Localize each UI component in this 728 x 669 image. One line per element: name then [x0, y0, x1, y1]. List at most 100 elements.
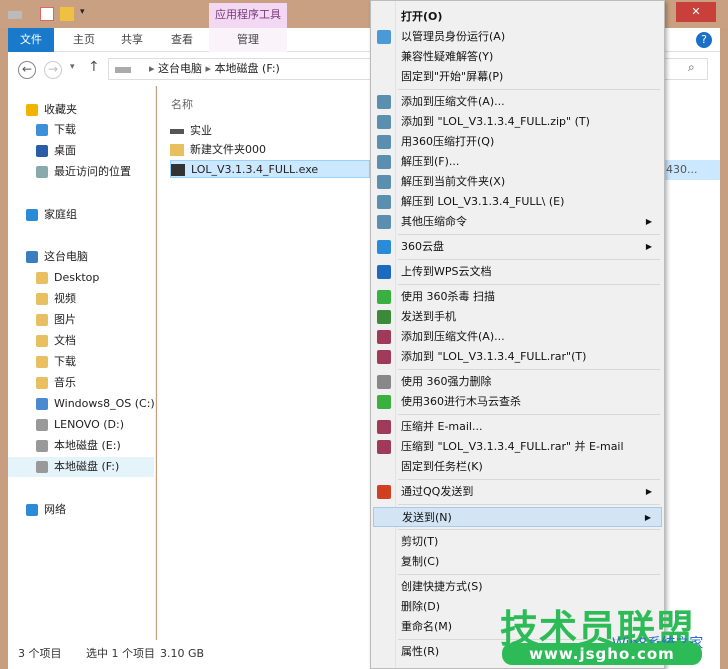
music-folder-icon — [36, 377, 48, 389]
qq-icon — [377, 485, 391, 499]
nav-item[interactable]: Windows8_OS (C:) — [8, 394, 155, 414]
nav-item[interactable]: 文档 — [8, 331, 154, 351]
menu-item[interactable]: 兼容性疑难解答(Y) — [373, 47, 662, 67]
menu-item[interactable]: 发送到手机 — [373, 307, 662, 327]
recent-locations-dropdown[interactable]: ▾ — [70, 62, 75, 72]
cloud-icon — [377, 240, 391, 254]
menu-item-label: 压缩并 E-mail... — [401, 420, 483, 433]
menu-item[interactable]: 其他压缩命令 ▶ — [373, 212, 662, 232]
menu-item[interactable]: 360云盘 ▶ — [373, 237, 662, 257]
menu-item[interactable]: 解压到当前文件夹(X) — [373, 172, 662, 192]
properties-icon[interactable] — [40, 7, 54, 21]
selected-file-size-cell: 430... — [662, 160, 720, 180]
breadcrumb-drive-f[interactable]: 本地磁盘 (F:) — [215, 62, 280, 75]
menu-item[interactable]: 固定到"开始"屏幕(P) — [373, 67, 662, 87]
nav-item-label: LENOVO (D:) — [54, 418, 125, 431]
nav-item[interactable]: 下载 — [8, 120, 154, 140]
exe-icon — [171, 164, 185, 176]
nav-item-label: 本地磁盘 (E:) — [54, 439, 121, 452]
menu-item[interactable]: 创建快捷方式(S) — [373, 577, 662, 597]
nav-item[interactable]: 下载 — [8, 352, 154, 372]
tab-share[interactable]: 共享 — [112, 28, 152, 52]
new-folder-icon[interactable] — [60, 7, 74, 21]
tab-manage[interactable]: 管理 — [209, 28, 287, 52]
tab-view[interactable]: 查看 — [162, 28, 202, 52]
nav-item-label: 视频 — [54, 292, 76, 305]
nav-item[interactable]: 最近访问的位置 — [8, 162, 154, 182]
search-icon[interactable]: ⌕ — [688, 60, 695, 75]
watermark-url: www.jsgho.com — [502, 643, 702, 665]
menu-item[interactable]: 使用 360强力删除 — [373, 372, 662, 392]
nav-item[interactable]: LENOVO (D:) — [8, 415, 154, 435]
menu-item[interactable]: 解压到(F)... — [373, 152, 662, 172]
up-button[interactable]: ↑ — [88, 59, 100, 75]
nav-item-label: 家庭组 — [44, 208, 77, 221]
menu-item[interactable]: 压缩并 E-mail... — [373, 417, 662, 437]
column-header-name[interactable]: 名称 — [171, 96, 193, 112]
breadcrumb-this-pc[interactable]: 这台电脑 — [158, 62, 202, 75]
close-button[interactable]: ✕ — [676, 2, 716, 22]
archive-icon — [377, 115, 391, 129]
downloads-folder-icon — [36, 124, 48, 136]
nav-item[interactable]: 本地磁盘 (E:) — [8, 436, 154, 456]
file-item[interactable]: 实业 — [170, 122, 320, 140]
menu-item[interactable]: 复制(C) — [373, 552, 662, 572]
desktop-icon — [36, 145, 48, 157]
customize-dropdown-icon[interactable]: ▾ — [80, 7, 85, 17]
menu-item[interactable]: 上传到WPS云文档 — [373, 262, 662, 282]
back-button[interactable]: ← — [18, 61, 36, 79]
menu-item-label: 删除(D) — [401, 600, 441, 613]
menu-item[interactable]: 用360压缩打开(Q) — [373, 132, 662, 152]
nav-item[interactable]: 图片 — [8, 310, 154, 330]
menu-item[interactable]: 添加到 "LOL_V3.1.3.4_FULL.zip" (T) — [373, 112, 662, 132]
nav-item-label: Desktop — [54, 271, 100, 284]
menu-item[interactable]: 压缩到 "LOL_V3.1.3.4_FULL.rar" 并 E-mail — [373, 437, 662, 457]
nav-item-label: 这台电脑 — [44, 250, 88, 263]
nav-item-label: 网络 — [44, 503, 66, 516]
menu-separator — [398, 259, 660, 260]
menu-item-label: 添加到 "LOL_V3.1.3.4_FULL.rar"(T) — [401, 350, 587, 363]
nav-item[interactable]: 收藏夹 — [8, 100, 154, 120]
menu-item[interactable]: 剪切(T) — [373, 532, 662, 552]
homegroup-icon — [26, 209, 38, 221]
nav-item[interactable]: 视频 — [8, 289, 154, 309]
menu-item[interactable]: 添加到压缩文件(A)... — [373, 92, 662, 112]
menu-item-label: 添加到压缩文件(A)... — [401, 95, 505, 108]
menu-item[interactable]: 使用360进行木马云查杀 — [373, 392, 662, 412]
menu-item[interactable]: 通过QQ发送到 ▶ — [373, 482, 662, 502]
menu-item-label: 发送到手机 — [401, 310, 456, 323]
nav-item[interactable]: 网络 — [8, 500, 154, 520]
menu-separator — [398, 284, 660, 285]
nav-item-label: 下载 — [54, 355, 76, 368]
recent-places-icon — [36, 166, 48, 178]
tab-file[interactable]: 文件 — [8, 28, 54, 52]
file-item[interactable]: 新建文件夹000 — [170, 141, 320, 159]
menu-item[interactable]: 使用 360杀毒 扫描 — [373, 287, 662, 307]
menu-item[interactable]: 固定到任务栏(K) — [373, 457, 662, 477]
menu-item[interactable]: 添加到 "LOL_V3.1.3.4_FULL.rar"(T) — [373, 347, 662, 367]
archive-icon — [377, 175, 391, 189]
network-icon — [26, 504, 38, 516]
nav-item[interactable]: 音乐 — [8, 373, 154, 393]
nav-item[interactable]: Desktop — [8, 268, 154, 288]
nav-item[interactable]: 这台电脑 — [8, 247, 154, 267]
nav-item-label: 收藏夹 — [44, 103, 77, 116]
archive-icon — [377, 215, 391, 229]
forward-button[interactable]: → — [44, 61, 62, 79]
menu-item[interactable]: 以管理员身份运行(A) — [373, 27, 662, 47]
nav-item[interactable]: 家庭组 — [8, 205, 154, 225]
drive-icon — [115, 67, 131, 73]
submenu-arrow-icon: ▶ — [645, 487, 652, 496]
archive-icon — [377, 155, 391, 169]
file-item[interactable]: LOL_V3.1.3.4_FULL.exe — [170, 160, 370, 178]
menu-item[interactable]: 发送到(N) ▶ — [373, 507, 662, 527]
help-icon[interactable]: ? — [696, 32, 712, 48]
tab-home[interactable]: 主页 — [64, 28, 104, 52]
nav-item[interactable]: 桌面 — [8, 141, 154, 161]
menu-item-label: 解压到 LOL_V3.1.3.4_FULL\ (E) — [401, 195, 565, 208]
menu-item[interactable]: 添加到压缩文件(A)... — [373, 327, 662, 347]
menu-item[interactable]: 解压到 LOL_V3.1.3.4_FULL\ (E) — [373, 192, 662, 212]
nav-item[interactable]: 本地磁盘 (F:) — [8, 457, 154, 477]
menu-item[interactable]: 打开(O) — [373, 7, 662, 27]
menu-item-label: 属性(R) — [401, 645, 440, 658]
